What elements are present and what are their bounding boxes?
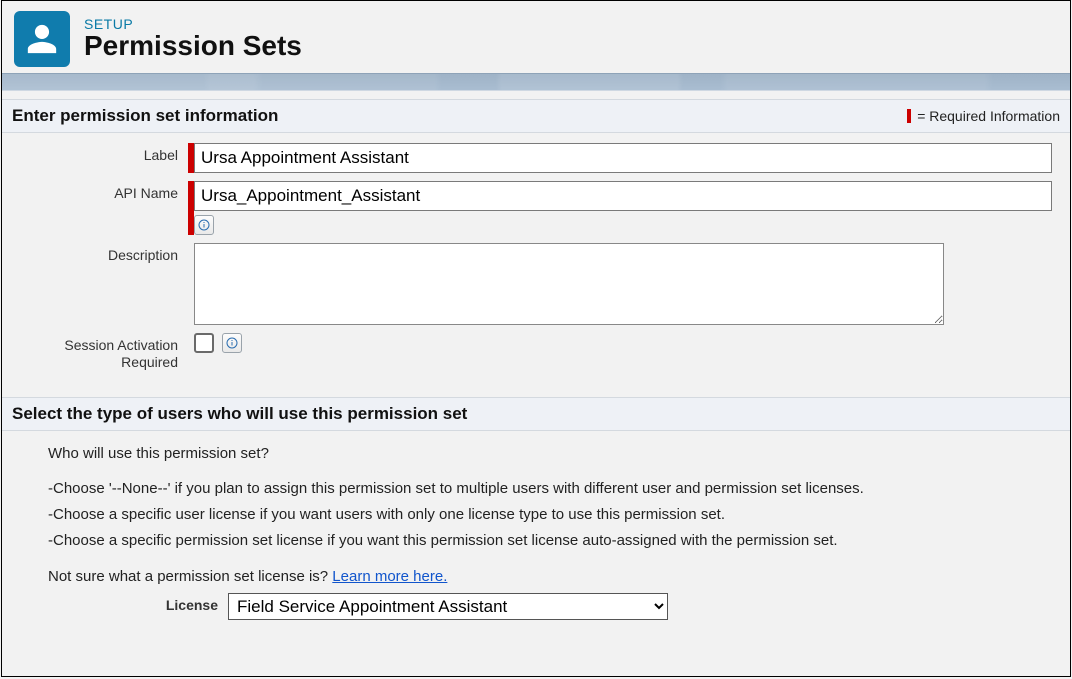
description-textarea[interactable] bbox=[194, 243, 944, 325]
page: SETUP Permission Sets Enter permission s… bbox=[1, 0, 1071, 677]
row-api-name: API Name bbox=[18, 181, 1054, 235]
content: Enter permission set information = Requi… bbox=[2, 99, 1070, 620]
decorative-divider bbox=[2, 73, 1070, 91]
label-input[interactable] bbox=[194, 143, 1052, 173]
row-label: Label bbox=[18, 143, 1054, 173]
required-info-text: = Required Information bbox=[917, 108, 1060, 124]
section2-title: Select the type of users who will use th… bbox=[12, 404, 467, 423]
bullet-2: -Choose a specific user license if you w… bbox=[48, 504, 1054, 526]
api-name-input[interactable] bbox=[194, 181, 1052, 211]
required-info: = Required Information bbox=[907, 108, 1060, 124]
label-label: Label bbox=[18, 143, 188, 163]
bullet-1: -Choose '--None--' if you plan to assign… bbox=[48, 478, 1054, 500]
label-description: Description bbox=[18, 243, 188, 263]
row-license: License Field Service Appointment Assist… bbox=[18, 593, 1054, 620]
header-text: SETUP Permission Sets bbox=[84, 16, 302, 62]
bullet-3: -Choose a specific permission set licens… bbox=[48, 530, 1054, 552]
required-indicator-icon bbox=[907, 109, 911, 123]
section1-header: Enter permission set information = Requi… bbox=[2, 99, 1070, 133]
label-license: License bbox=[18, 593, 228, 613]
learn-more-link[interactable]: Learn more here. bbox=[332, 568, 447, 585]
license-select[interactable]: Field Service Appointment Assistant bbox=[228, 593, 668, 620]
row-session-activation: Session Activation Required bbox=[18, 333, 1054, 371]
who-intro: Who will use this permission set? bbox=[48, 443, 1054, 465]
user-icon bbox=[14, 11, 70, 67]
session-checkbox[interactable] bbox=[194, 333, 214, 353]
section1-title: Enter permission set information bbox=[12, 106, 278, 126]
section2-header: Select the type of users who will use th… bbox=[2, 397, 1070, 431]
page-title: Permission Sets bbox=[84, 30, 302, 62]
learn-more-line: Not sure what a permission set license i… bbox=[48, 566, 1054, 588]
label-session: Session Activation Required bbox=[18, 333, 188, 371]
label-api-name: API Name bbox=[18, 181, 188, 201]
info-icon[interactable] bbox=[194, 215, 214, 235]
info-icon[interactable] bbox=[222, 333, 242, 353]
page-header: SETUP Permission Sets bbox=[2, 1, 1070, 73]
row-description: Description bbox=[18, 243, 1054, 325]
learn-prefix: Not sure what a permission set license i… bbox=[48, 568, 332, 585]
